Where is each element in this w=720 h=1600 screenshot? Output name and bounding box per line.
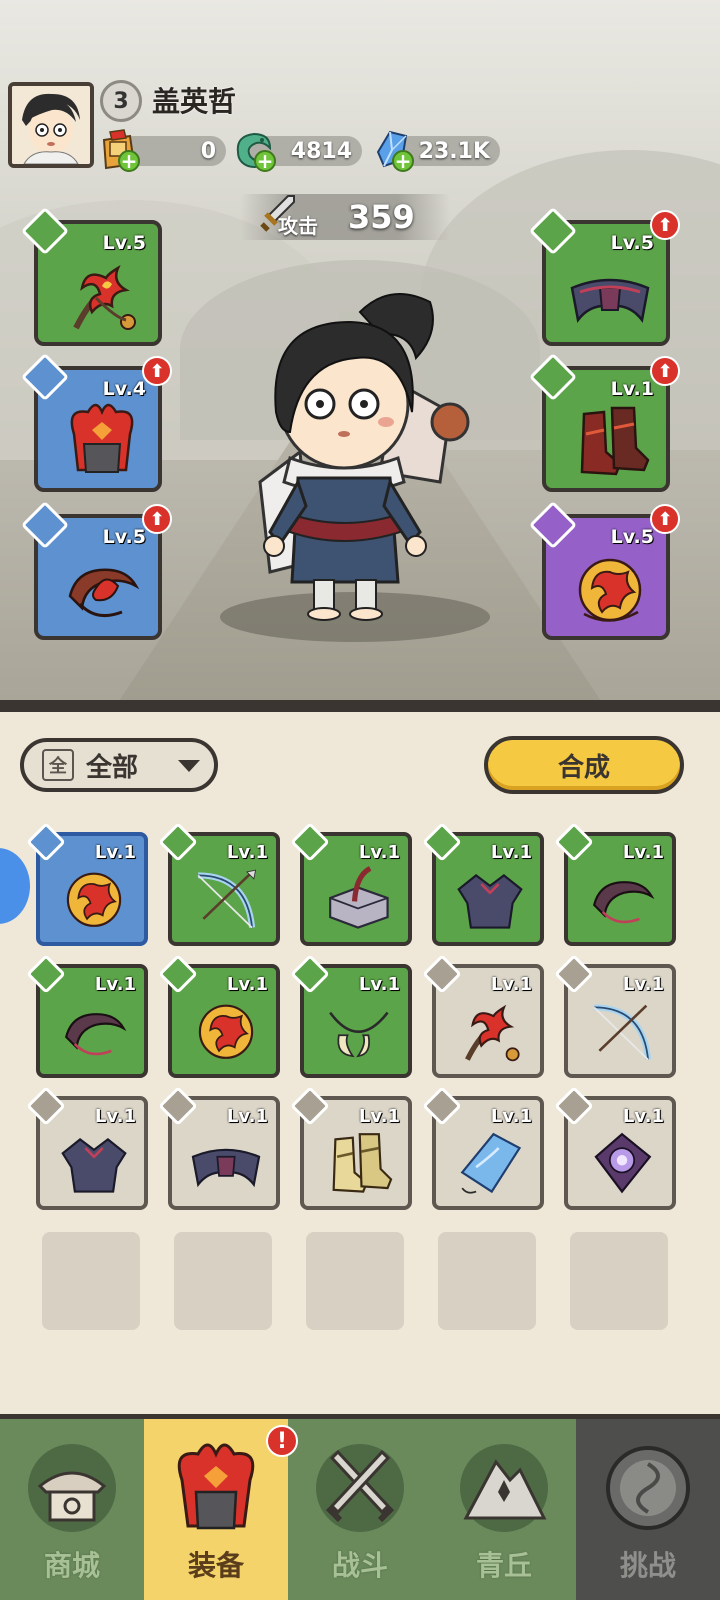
- amulet-type-icon: [290, 954, 330, 994]
- amulet-type-icon: [26, 822, 66, 862]
- hero-character[interactable]: [240, 282, 480, 642]
- bottom-navigation: 商城 装备 ! 战斗 青丘 挑战: [0, 1414, 720, 1600]
- attack-label: 攻击: [278, 214, 318, 238]
- nav-tab-equipment[interactable]: 装备 !: [144, 1419, 298, 1600]
- caret-down-icon: [178, 760, 200, 772]
- crystal-icon[interactable]: +: [370, 126, 414, 172]
- weapon-type-icon: [554, 954, 594, 994]
- shadow-belt-icon: [570, 278, 650, 324]
- shop-icon: [28, 1444, 116, 1532]
- flame-orb-icon: [198, 1004, 254, 1059]
- filter-label: 全部: [86, 752, 139, 783]
- ring-type-icon: [26, 954, 66, 994]
- helmet-icon: [177, 1443, 255, 1530]
- player-name: 盖英哲: [152, 85, 237, 118]
- amulet-type-icon: [158, 954, 198, 994]
- crossed-swords-icon: [316, 1444, 404, 1532]
- inventory-slot[interactable]: Lv.1: [422, 954, 544, 1078]
- inventory-slot[interactable]: Lv.1: [422, 1086, 544, 1210]
- player-avatar[interactable]: [8, 82, 94, 168]
- ice-crystal-icon: [460, 1132, 522, 1194]
- empty-inventory-slot: [438, 1232, 536, 1330]
- equipped-ring-slot[interactable]: Lv.5 ⬆: [20, 500, 172, 640]
- flower-flail-icon: [465, 1004, 520, 1062]
- jade-dragon-icon[interactable]: +: [232, 126, 276, 172]
- upgrade-arrow-icon: ⬆: [142, 356, 172, 386]
- belt-type-icon: [158, 1086, 198, 1126]
- armor-type-icon: [422, 822, 462, 862]
- flame-bracelet-icon: [68, 568, 140, 618]
- inventory-slot[interactable]: Lv.1: [26, 822, 148, 946]
- flame-orb-icon: [66, 872, 122, 927]
- shadow-armor-icon: [61, 1138, 127, 1193]
- craft-button[interactable]: 合成: [484, 736, 684, 794]
- nav-tab-challenge[interactable]: 挑战: [576, 1419, 720, 1600]
- weapon-type-icon: [158, 822, 198, 862]
- flame-orb-icon: [578, 558, 642, 622]
- empty-inventory-slot: [570, 1232, 668, 1330]
- inventory-slot[interactable]: Lv.1: [26, 954, 148, 1078]
- flower-flail-icon: [73, 264, 136, 330]
- inventory-slot[interactable]: Lv.1: [554, 1086, 676, 1210]
- equipped-armor-slot[interactable]: Lv.4 ⬆: [20, 352, 172, 492]
- flame-helmet-icon: [70, 403, 134, 473]
- weapon-type-icon: [422, 954, 462, 994]
- equipped-amulet-slot[interactable]: Lv.5 ⬆: [528, 500, 680, 640]
- nav-label: 装备: [187, 1549, 244, 1582]
- filter-all-icon: 全: [42, 749, 74, 781]
- upgrade-arrow-icon: ⬆: [650, 210, 680, 240]
- scene-divider: [0, 700, 720, 712]
- void-orb-icon: [594, 1132, 652, 1194]
- shadow-bracelet-icon: [592, 881, 655, 924]
- shadow-armor-icon: [457, 874, 523, 929]
- upgrade-arrow-icon: ⬆: [142, 504, 172, 534]
- boots-type-icon: [290, 1086, 330, 1126]
- shadow-belt-icon: [191, 1148, 261, 1188]
- nav-label: 战斗: [331, 1549, 388, 1582]
- nav-label: 挑战: [619, 1549, 676, 1582]
- inventory-slot[interactable]: Lv.1: [290, 1086, 412, 1210]
- category-filter-dropdown[interactable]: 全 全部: [20, 738, 218, 792]
- equipped-weapon-slot[interactable]: Lv.5: [20, 206, 162, 346]
- nav-tab-battle[interactable]: 战斗: [288, 1419, 432, 1600]
- inventory-slot[interactable]: Lv.1: [422, 822, 544, 946]
- upgrade-arrow-icon: ⬆: [650, 356, 680, 386]
- empty-inventory-slot: [306, 1232, 404, 1330]
- equipped-boots-slot[interactable]: Lv.1 ⬆: [528, 352, 680, 492]
- amulet-type-icon: [554, 1086, 594, 1126]
- mountain-icon: [460, 1444, 548, 1532]
- nav-tab-shop[interactable]: 商城: [0, 1419, 144, 1600]
- nav-label: 商城: [43, 1549, 100, 1582]
- nav-label: 青丘: [475, 1549, 532, 1582]
- player-level-badge: 3: [100, 80, 142, 122]
- inventory-slot[interactable]: Lv.1: [554, 822, 676, 946]
- floating-assist-bubble[interactable]: [0, 848, 30, 924]
- nav-tab-qingqiu[interactable]: 青丘: [432, 1419, 576, 1600]
- inventory-slot[interactable]: Lv.1: [290, 954, 412, 1078]
- ice-bow-icon: [197, 869, 257, 929]
- upgrade-arrow-icon: ⬆: [650, 504, 680, 534]
- attack-value: 359: [348, 198, 415, 236]
- gold-boots-icon: [332, 1133, 393, 1193]
- inventory-slot[interactable]: Lv.1: [158, 822, 280, 946]
- empty-inventory-slot: [42, 1232, 140, 1330]
- inventory-slot[interactable]: Lv.1: [26, 1086, 148, 1210]
- inventory-slot[interactable]: Lv.1: [158, 954, 280, 1078]
- inventory-slot[interactable]: Lv.1: [158, 1086, 280, 1210]
- equipped-belt-slot[interactable]: Lv.5 ⬆: [528, 206, 680, 346]
- amulet-type-icon: [422, 1086, 462, 1126]
- shadow-bracelet-icon: [64, 1013, 127, 1056]
- armor-type-icon: [26, 1086, 66, 1126]
- weapon-type-icon: [290, 822, 330, 862]
- ring-type-icon: [554, 822, 594, 862]
- ice-bow-icon: [593, 1004, 652, 1061]
- inventory-slot[interactable]: Lv.1: [290, 822, 412, 946]
- stone-hammer-icon: [329, 866, 389, 929]
- scroll-bag-icon[interactable]: +: [96, 126, 140, 172]
- inventory-slot[interactable]: Lv.1: [554, 954, 676, 1078]
- portal-icon: [606, 1446, 690, 1530]
- fang-necklace-icon: [329, 1011, 389, 1058]
- empty-inventory-slot: [174, 1232, 272, 1330]
- flame-boots-icon: [580, 406, 650, 476]
